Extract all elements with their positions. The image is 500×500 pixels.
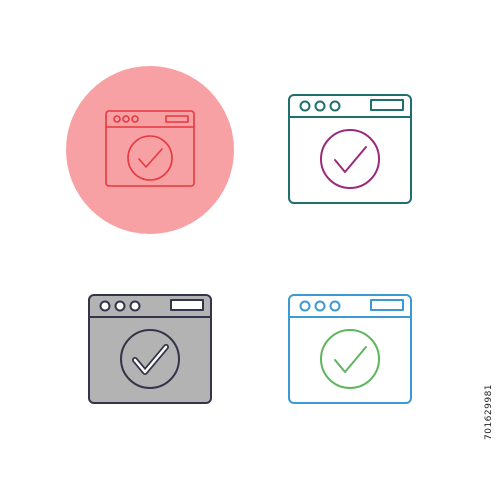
window-dot [314,300,326,312]
browser-check-icon [85,292,215,407]
window-dot [299,100,311,112]
browser-check-icon-svg [66,66,234,234]
window-dot [329,300,341,312]
browser-check-icon [285,92,415,207]
address-bar [370,299,404,311]
icon-set-canvas: 701629981 [0,0,500,500]
address-bar [170,299,204,311]
check-mark-icon [334,146,367,173]
address-bar [370,99,404,111]
browser-check-icon [65,65,235,235]
window-dot [114,300,126,312]
browser-check-icon-svg [288,294,412,404]
check-circle [120,329,180,389]
check-mark-icon [334,346,367,373]
check-circle [320,129,380,189]
browser-check-icon-svg [288,94,412,204]
stock-id-label: 701629981 [484,383,494,440]
window-dot [99,300,111,312]
window-dot [299,300,311,312]
check-circle [320,329,380,389]
browser-check-icon-svg [88,294,212,404]
browser-window [288,294,412,404]
window-dot [314,100,326,112]
browser-window [288,94,412,204]
window-dot [129,300,141,312]
window-dot [329,100,341,112]
circle-background [66,66,234,234]
browser-check-icon [285,292,415,407]
